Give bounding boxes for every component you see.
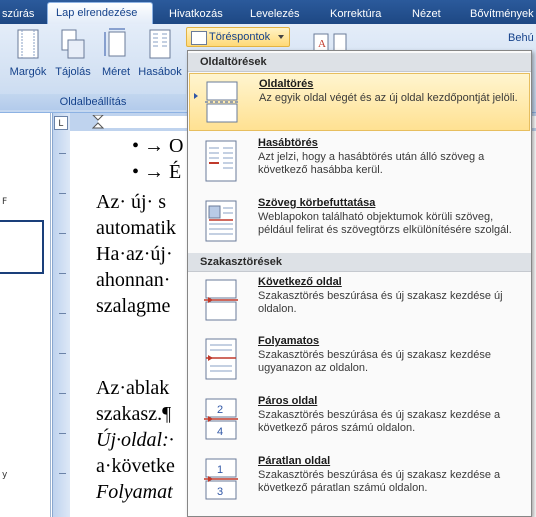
continuous-icon [205, 338, 237, 380]
menu-item-page-break[interactable]: Oldaltörés Az egyik oldal végét és az új… [189, 73, 530, 131]
svg-text:3: 3 [217, 486, 223, 498]
doc-bullet-line: • → O [132, 135, 184, 157]
tab-insert[interactable]: szúrás [2, 4, 34, 24]
breaks-button[interactable]: Töréspontok [186, 27, 290, 47]
columns-button[interactable]: Hasábok [136, 28, 184, 78]
watermark-button-fragment[interactable]: A [312, 32, 348, 53]
ruler-tick [59, 313, 66, 314]
size-button[interactable]: Méret [98, 28, 134, 78]
page-break-icon [205, 81, 239, 123]
menu-item-column-break[interactable]: Hasábtörés Azt jelzi, hogy a hasábtörés … [189, 133, 530, 191]
doc-text-line: ahonnan· [96, 269, 171, 291]
odd-page-icon: 1 3 [204, 458, 238, 500]
margins-label: Margók [9, 66, 47, 78]
column-break-icon [205, 140, 237, 182]
menu-item-desc: Szakasztörés beszúrása és új szakasz kez… [258, 349, 491, 374]
menu-section-section-breaks: Szakasztörések [188, 253, 531, 272]
ruler-tick [59, 233, 66, 234]
breaks-label: Töréspontok [209, 31, 271, 43]
ruler-tick [59, 153, 66, 154]
ruler-tick [59, 473, 66, 474]
svg-text:2: 2 [217, 404, 223, 416]
svg-text:4: 4 [217, 426, 223, 438]
text-wrapping-icon [205, 200, 237, 242]
pane-char-2: y [2, 470, 8, 480]
svg-text:1: 1 [217, 464, 223, 476]
svg-text:A: A [318, 38, 326, 50]
margins-icon [17, 29, 39, 59]
even-page-icon: 2 4 [204, 398, 238, 440]
menu-item-title: Páratlan oldal [258, 455, 331, 467]
menu-item-even-page[interactable]: 2 4 Páros oldal Szakasztörés beszúrása é… [189, 391, 530, 449]
doc-text-line: Az· új· s [96, 191, 166, 213]
margins-button[interactable]: Margók [8, 28, 48, 78]
menu-item-title: Hasábtörés [258, 137, 318, 149]
doc-text-line: a·követke [96, 455, 175, 477]
menu-item-continuous[interactable]: Folyamatos Szakasztörés beszúrása és új … [189, 331, 530, 389]
menu-item-desc: Szakasztörés beszúrása és új szakasz kez… [258, 290, 503, 315]
orientation-button[interactable]: Tájolás [52, 28, 94, 78]
ruler-tick [59, 393, 66, 394]
tab-selector[interactable]: L [54, 116, 68, 130]
doc-bullet-line: • → É [132, 161, 182, 183]
ribbon-tab-strip: szúrás Lap elrendezése Hivatkozás Levele… [0, 0, 536, 24]
menu-item-title: Páros oldal [258, 395, 318, 407]
pane-char-1: F [2, 197, 8, 207]
tab-addins[interactable]: Bővítmények [470, 4, 534, 24]
menu-item-title: Következő oldal [258, 276, 342, 288]
ruler-tick [59, 433, 66, 434]
tab-references[interactable]: Hivatkozás [169, 4, 223, 24]
menu-item-title: Oldaltörés [259, 78, 314, 90]
menu-item-title: Szöveg körbefuttatása [258, 197, 376, 209]
menu-item-desc: Weblapokon található objektumok körüli s… [258, 211, 512, 236]
size-label: Méret [101, 66, 131, 78]
watermark-icon: A [313, 33, 347, 53]
chevron-down-icon [278, 35, 284, 39]
menu-item-desc: Az egyik oldal végét és az új oldal kezd… [259, 92, 518, 104]
indent-label-fragment: Behú [508, 32, 534, 44]
doc-text-line: Új·oldal:· [96, 429, 174, 451]
indent-marker-icon[interactable] [92, 115, 104, 129]
ruler-tick [59, 193, 66, 194]
tab-view[interactable]: Nézet [412, 4, 441, 24]
columns-icon [149, 29, 171, 59]
menu-item-desc: Szakasztörés beszúrása és új szakasz kez… [258, 469, 501, 494]
selected-thumbnail[interactable] [0, 220, 44, 274]
doc-text-line: szalagme [96, 295, 171, 317]
vertical-ruler [52, 113, 71, 517]
navigation-pane[interactable]: F y [0, 113, 51, 517]
tab-review[interactable]: Korrektúra [330, 4, 381, 24]
breaks-menu: Oldaltörések Oldaltörés Az egyik oldal v… [187, 50, 532, 517]
doc-text-line: automatik [96, 217, 176, 239]
menu-item-odd-page[interactable]: 1 3 Páratlan oldal Szakasztörés beszúrás… [189, 451, 530, 509]
doc-text-line: Az·ablak [96, 377, 170, 399]
ruler-tick [59, 273, 66, 274]
orientation-label: Tájolás [55, 66, 91, 78]
orientation-icon [61, 29, 85, 59]
breaks-icon [191, 31, 207, 45]
tab-page-layout[interactable]: Lap elrendezése [47, 2, 153, 24]
next-page-icon [204, 279, 238, 321]
size-icon [104, 28, 126, 57]
tab-mailings[interactable]: Levelezés [250, 4, 300, 24]
columns-label: Hasábok [138, 66, 182, 78]
doc-text-line: Folyamat [96, 481, 173, 503]
ruler-tick [59, 353, 66, 354]
doc-text-line: Ha·az·új· [96, 243, 173, 265]
menu-item-desc: Azt jelzi, hogy a hasábtörés után álló s… [258, 151, 485, 176]
menu-item-text-wrapping[interactable]: Szöveg körbefuttatása Weblapokon találha… [189, 193, 530, 251]
menu-item-title: Folyamatos [258, 335, 320, 347]
selection-marker-icon [194, 93, 198, 99]
doc-text-line: szakasz.¶ [96, 403, 172, 425]
page-setup-group-label: Oldalbeállítás [0, 94, 186, 110]
menu-section-page-breaks: Oldaltörések [188, 53, 531, 72]
menu-item-next-page[interactable]: Következő oldal Szakasztörés beszúrása é… [189, 272, 530, 330]
menu-item-desc: Szakasztörés beszúrása és új szakasz kez… [258, 409, 501, 434]
